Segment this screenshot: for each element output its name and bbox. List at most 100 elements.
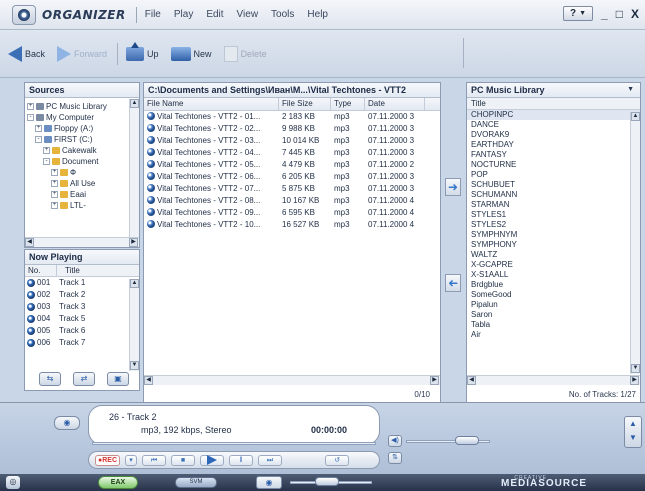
scroll-up-icon[interactable]: ▲ [130,279,139,288]
shuffle-button[interactable]: ⇄ [73,372,95,386]
copy-from-library-button[interactable]: ➜ [445,274,461,292]
record-options-button[interactable]: ▾ [125,454,138,466]
file-list-hscrollbar[interactable]: ◀ ▶ [144,375,440,385]
column-title[interactable]: Title [57,265,80,276]
library-item[interactable]: POP [467,170,640,180]
file-row[interactable]: Vital Techtones - VTT2 - 02... 9 988 KB mp… [144,123,440,135]
menu-tools[interactable]: Tools [271,9,294,20]
menu-help[interactable]: Help [307,9,328,20]
new-button[interactable]: New [170,46,212,61]
library-item[interactable]: CHOPINPC [467,110,640,120]
menu-view[interactable]: View [237,9,259,20]
sources-hscrollbar[interactable]: ◀ ▶ [25,237,139,247]
balance-knob[interactable] [315,477,339,486]
equalizer-icon[interactable]: ⇅ [388,452,402,464]
file-row[interactable]: Vital Techtones - VTT2 - 03... 10 014 KB m… [144,135,440,147]
file-row[interactable]: Vital Techtones - VTT2 - 07... 5 875 KB mp… [144,183,440,195]
expand-player-button[interactable]: ▲ ▼ [624,416,642,448]
expand-icon[interactable]: + [51,202,58,209]
file-row[interactable]: Vital Techtones - VTT2 - 06... 6 205 KB mp… [144,171,440,183]
column-type[interactable]: Type [331,98,365,110]
scroll-right-icon[interactable]: ▶ [129,238,138,247]
expand-icon[interactable]: + [51,191,58,198]
save-playlist-button[interactable]: ▣ [107,372,129,386]
file-row[interactable]: Vital Techtones - VTT2 - 10... 16 527 KB m… [144,219,440,231]
library-item[interactable]: NOCTURNE [467,160,640,170]
eject-button[interactable]: ◉ [54,416,80,430]
library-item[interactable]: X-S1AALL [467,270,640,280]
forward-button[interactable]: Forward [57,45,107,62]
library-hscrollbar[interactable]: ◀ ▶ [467,375,640,385]
collapse-icon[interactable]: - [35,136,42,143]
tree-item[interactable]: + Cakewalk [27,145,131,156]
collapse-icon[interactable]: - [43,158,50,165]
expand-icon[interactable]: + [43,147,50,154]
library-item[interactable]: FANTASY [467,150,640,160]
tree-item[interactable]: - My Computer [27,112,131,123]
app-logo-icon[interactable] [12,4,36,25]
library-item[interactable]: WALTZ [467,250,640,260]
expand-icon[interactable]: + [51,169,58,176]
playlist-row[interactable]: 004 Track 5 [25,313,139,325]
back-button[interactable]: Back [8,45,45,62]
playlist-row[interactable]: 003 Track 3 [25,301,139,313]
pause-button[interactable]: ‖ [229,454,254,466]
playlist-row[interactable]: 001 Track 1 [25,277,139,289]
tree-item[interactable]: + PC Music Library [27,101,131,112]
menu-play[interactable]: Play [174,9,193,20]
library-item[interactable]: Tabla [467,320,640,330]
file-row[interactable]: Vital Techtones - VTT2 - 05... 4 479 KB mp… [144,159,440,171]
library-item[interactable]: STYLES1 [467,210,640,220]
library-item[interactable]: EARTHDAY [467,140,640,150]
scroll-left-icon[interactable]: ◀ [467,376,476,385]
tree-item[interactable]: + LTL- [27,200,131,211]
column-date[interactable]: Date [365,98,425,110]
expand-icon[interactable]: + [51,180,58,187]
tree-item[interactable]: - FIRST (C:) [27,134,131,145]
repeat-button[interactable]: ↺ [325,454,350,466]
stop-button[interactable]: ■ [171,454,196,466]
library-item[interactable]: SomeGood [467,290,640,300]
scroll-up-icon[interactable]: ▲ [631,112,640,121]
playlist-row[interactable]: 006 Track 7 [25,337,139,349]
library-item[interactable]: Saron [467,310,640,320]
play-button[interactable] [200,454,225,466]
tree-item[interactable]: + All Use [27,178,131,189]
scroll-left-icon[interactable]: ◀ [144,376,153,385]
library-item[interactable]: DVORAK9 [467,130,640,140]
library-item[interactable]: SYMPHONY [467,240,640,250]
expand-icon[interactable]: + [27,103,34,110]
seek-bar[interactable] [92,442,376,445]
volume-icon[interactable]: ◀) [388,435,402,447]
library-item[interactable]: Pipalun [467,300,640,310]
file-row[interactable]: Vital Techtones - VTT2 - 09... 6 595 KB mp… [144,207,440,219]
volume-knob[interactable] [455,436,479,445]
minimize-button[interactable]: _ [601,7,608,21]
mode-button[interactable]: ◉ [256,476,282,489]
file-row[interactable]: Vital Techtones - VTT2 - 04... 7 445 KB mp… [144,147,440,159]
help-button[interactable]: ? ▼ [563,6,594,21]
tree-item[interactable]: + Floppy (A:) [27,123,131,134]
column-title[interactable]: Title [467,98,640,110]
previous-button[interactable]: ⏮ [142,454,167,466]
file-row[interactable]: Vital Techtones - VTT2 - 01... 2 183 KB mp… [144,111,440,123]
library-item[interactable]: SCHUBUET [467,180,640,190]
scroll-right-icon[interactable]: ▶ [430,376,439,385]
tree-item[interactable]: + Eaai [27,189,131,200]
menu-edit[interactable]: Edit [206,9,223,20]
tree-item[interactable]: + Ф [27,167,131,178]
svm-toggle[interactable]: SVM [175,477,217,488]
chevron-down-icon[interactable]: ▼ [627,86,634,93]
library-item[interactable]: Brdgblue [467,280,640,290]
library-item[interactable]: STARMAN [467,200,640,210]
scroll-down-icon[interactable]: ▼ [130,361,139,370]
add-to-playlist-button[interactable]: ⇆ [39,372,61,386]
record-button[interactable]: ●REC [95,454,121,466]
library-item[interactable]: DANCE [467,120,640,130]
library-item[interactable]: X-GCAPRE [467,260,640,270]
expand-icon[interactable]: + [35,125,42,132]
library-item[interactable]: SCHUMANN [467,190,640,200]
close-button[interactable]: X [631,7,639,21]
library-title[interactable]: PC Music Library [467,83,640,98]
tree-item[interactable]: - Document [27,156,131,167]
